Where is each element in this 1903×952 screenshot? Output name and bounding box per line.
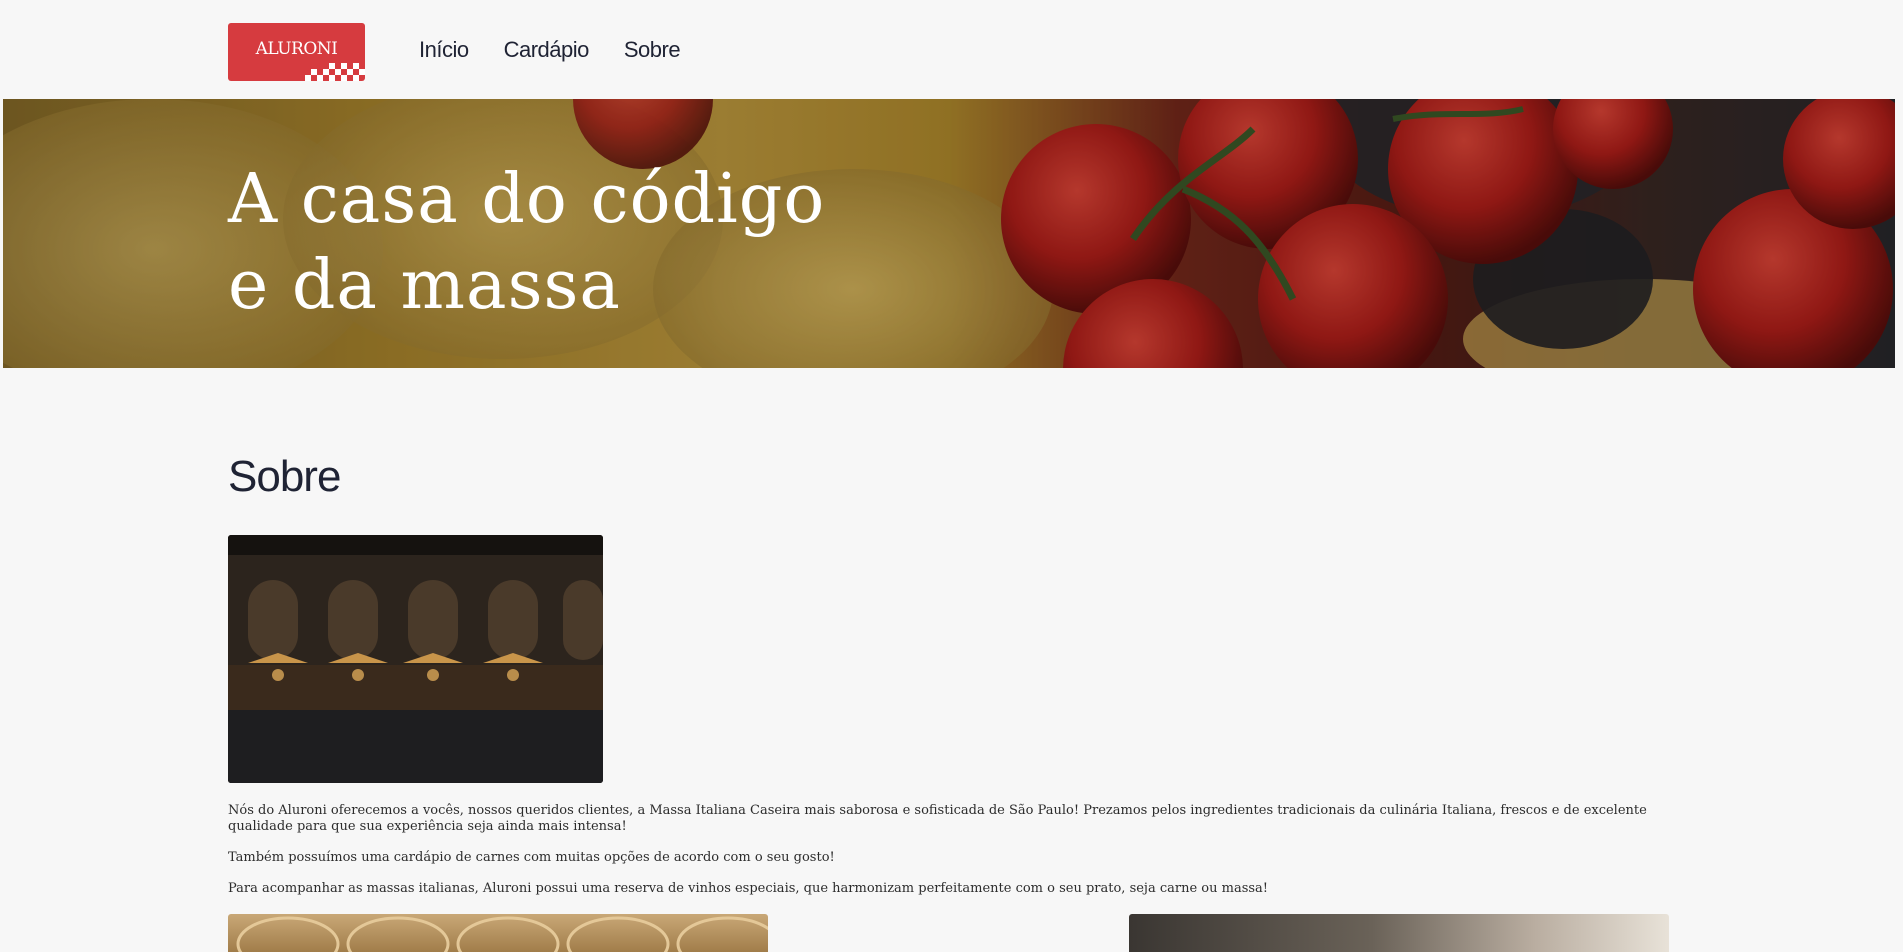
hero-title: A casa do código e da massa [228,157,825,329]
aluroni-logo[interactable]: ALURONI [228,23,365,81]
nav-link-inicio[interactable]: Início [419,37,469,63]
pasta-nests-illustration [236,916,768,952]
about-paragraph-3: Para acompanhar as massas italianas, Alu… [228,881,1269,896]
nav-link-cardapio[interactable]: Cardápio [504,37,590,63]
about-section-title: Sobre [228,452,341,501]
restaurant-photo [228,535,603,783]
checkered-pattern-icon [305,63,365,81]
about-paragraph-1: Nós do Aluroni oferecemos a vocês, nosso… [228,803,1647,834]
restaurant-night-illustration [228,535,603,783]
about-paragraph-2: Também possuímos uma cardápio de carnes … [228,850,835,865]
hero-banner: A casa do código e da massa [3,99,1895,368]
chef-photo [1129,914,1669,952]
about-text: Nós do Aluroni oferecemos a vocês, nosso… [228,803,1673,912]
site-header: ALURONI Início Cardápio Sobre [0,0,1903,99]
hero-title-line-2: e da massa [228,246,621,325]
main-nav: Início Cardápio Sobre [419,37,681,63]
logo-text: ALURONI [255,39,338,59]
pasta-nests-photo [228,914,768,952]
nav-link-sobre[interactable]: Sobre [624,37,681,63]
hero-title-line-1: A casa do código [228,160,826,239]
